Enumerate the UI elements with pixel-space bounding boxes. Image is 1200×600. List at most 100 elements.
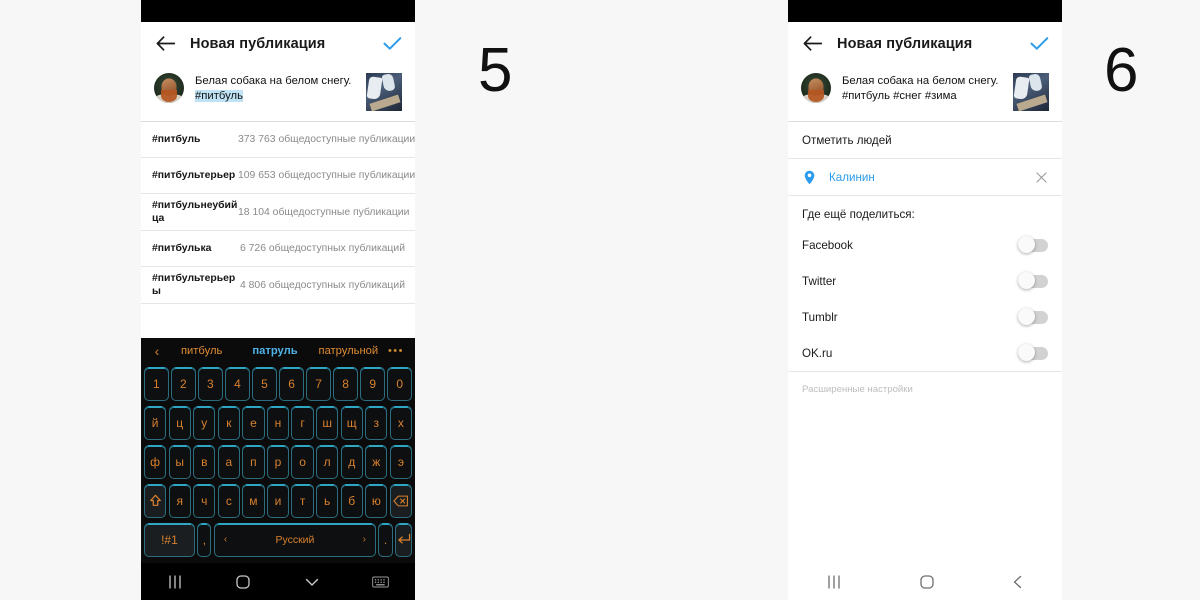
back-button[interactable] bbox=[154, 33, 176, 55]
key-ghe[interactable]: г bbox=[291, 405, 314, 440]
post-thumbnail[interactable] bbox=[1013, 73, 1049, 111]
key-er[interactable]: р bbox=[266, 444, 290, 479]
suggestion-word-1[interactable]: питбуль bbox=[165, 345, 238, 357]
key-5[interactable]: 5 bbox=[252, 366, 277, 401]
tag-people-row[interactable]: Отметить людей bbox=[788, 122, 1062, 158]
recents-icon[interactable] bbox=[167, 574, 183, 589]
key-ha[interactable]: х bbox=[389, 405, 412, 440]
key-0[interactable]: 0 bbox=[387, 366, 413, 401]
keyboard-icon[interactable] bbox=[372, 576, 389, 588]
key-e[interactable]: э bbox=[389, 444, 412, 479]
location-pin-icon bbox=[802, 170, 816, 185]
shift-icon[interactable] bbox=[144, 483, 167, 518]
key-ye[interactable]: е bbox=[242, 405, 265, 440]
space-next-lang-icon[interactable]: › bbox=[363, 534, 366, 545]
home-icon[interactable] bbox=[919, 574, 935, 590]
chevron-left-icon[interactable] bbox=[1012, 575, 1024, 589]
key-8[interactable]: 8 bbox=[333, 366, 358, 401]
post-thumbnail[interactable] bbox=[366, 73, 402, 111]
key-u[interactable]: у bbox=[193, 405, 216, 440]
share-row-twitter[interactable]: Twitter bbox=[788, 263, 1062, 299]
hashtag-name: #питбультерьеры bbox=[152, 273, 236, 297]
key-te[interactable]: т bbox=[291, 483, 314, 518]
caption-line-1: Белая собака на белом снегу. bbox=[195, 75, 352, 87]
more-options-icon[interactable]: ••• bbox=[385, 345, 407, 357]
backspace-icon[interactable] bbox=[389, 483, 412, 518]
share-row-tumblr[interactable]: Tumblr bbox=[788, 299, 1062, 335]
key-de[interactable]: д bbox=[340, 444, 363, 479]
key-3[interactable]: 3 bbox=[198, 366, 223, 401]
confirm-button[interactable] bbox=[1029, 34, 1049, 54]
list-item[interactable]: #питбультерьер 109 653 общедоступные пуб… bbox=[141, 158, 415, 193]
key-shcha[interactable]: щ bbox=[340, 405, 363, 440]
key-em[interactable]: м bbox=[242, 483, 265, 518]
enter-icon[interactable] bbox=[395, 522, 412, 557]
key-2[interactable]: 2 bbox=[171, 366, 196, 401]
key-ze[interactable]: з bbox=[365, 405, 388, 440]
hashtag-name: #питбулька bbox=[152, 243, 212, 254]
close-icon[interactable] bbox=[1034, 171, 1048, 183]
key-ve[interactable]: в bbox=[193, 444, 216, 479]
location-row[interactable]: Калинин bbox=[788, 159, 1062, 195]
key-en[interactable]: н bbox=[266, 405, 290, 440]
page-title: Новая публикация bbox=[190, 35, 326, 52]
key-a[interactable]: а bbox=[217, 444, 240, 479]
key-6[interactable]: 6 bbox=[279, 366, 304, 401]
key-be[interactable]: б bbox=[340, 483, 363, 518]
list-item[interactable]: #питбуль 373 763 общедоступные публикаци… bbox=[141, 122, 415, 157]
key-ka[interactable]: к bbox=[217, 405, 240, 440]
key-zhe[interactable]: ж bbox=[365, 444, 388, 479]
confirm-button[interactable] bbox=[382, 34, 402, 54]
key-yu[interactable]: ю bbox=[365, 483, 388, 518]
share-heading: Где ещё поделиться: bbox=[788, 196, 1062, 227]
comma-key[interactable]: , bbox=[197, 522, 212, 557]
key-sha[interactable]: ш bbox=[316, 405, 339, 440]
hashtag-count: 109 653 общедоступные публикации bbox=[238, 170, 415, 181]
okru-toggle[interactable] bbox=[1018, 344, 1048, 361]
list-item[interactable]: #питбулька 6 726 общедоступных публикаци… bbox=[141, 231, 415, 266]
key-1[interactable]: 1 bbox=[143, 366, 169, 401]
post-caption-row-left[interactable]: Белая собака на белом снегу. #питбуль bbox=[141, 65, 415, 121]
advanced-settings-label[interactable]: Расширенные настройки bbox=[788, 372, 1062, 395]
key-soft-sign[interactable]: ь bbox=[316, 483, 339, 518]
key-4[interactable]: 4 bbox=[225, 366, 250, 401]
key-ef[interactable]: ф bbox=[144, 444, 167, 479]
caption-text[interactable]: Белая собака на белом снегу. #питбуль bbox=[195, 73, 358, 104]
back-button[interactable] bbox=[801, 33, 823, 55]
list-item[interactable]: #питбультерьеры 4 806 общедоступных публ… bbox=[141, 267, 415, 303]
twitter-toggle[interactable] bbox=[1018, 272, 1048, 289]
list-item[interactable]: #питбульнеубийца 18 104 общедоступные пу… bbox=[141, 194, 415, 230]
suggestion-word-2[interactable]: патруль bbox=[238, 345, 311, 357]
suggestion-word-3[interactable]: патрульной bbox=[312, 345, 385, 357]
key-es[interactable]: с bbox=[217, 483, 240, 518]
facebook-toggle[interactable] bbox=[1018, 236, 1048, 253]
key-tse[interactable]: ц bbox=[168, 405, 191, 440]
caption-text[interactable]: Белая собака на белом снегу. #питбуль #с… bbox=[842, 73, 1005, 104]
share-row-facebook[interactable]: Facebook bbox=[788, 227, 1062, 263]
recents-icon[interactable] bbox=[826, 574, 842, 589]
post-caption-row-right[interactable]: Белая собака на белом снегу. #питбуль #с… bbox=[788, 65, 1062, 121]
period-key[interactable]: . bbox=[378, 522, 393, 557]
key-7[interactable]: 7 bbox=[306, 366, 331, 401]
key-i[interactable]: и bbox=[266, 483, 290, 518]
home-icon[interactable] bbox=[235, 574, 251, 590]
on-screen-keyboard: ‹ питбуль патруль патрульной ••• 1 2 3 4… bbox=[141, 338, 415, 563]
chevron-left-icon[interactable]: ‹ bbox=[149, 343, 165, 359]
key-ya[interactable]: я bbox=[168, 483, 191, 518]
share-row-okru[interactable]: OK.ru bbox=[788, 335, 1062, 371]
key-ya-short[interactable]: й bbox=[144, 405, 167, 440]
key-yeru[interactable]: ы bbox=[168, 444, 191, 479]
key-che[interactable]: ч bbox=[193, 483, 216, 518]
chevron-down-icon[interactable] bbox=[304, 576, 320, 588]
hashtag-count: 18 104 общедоступные публикации bbox=[238, 206, 410, 218]
symbols-key[interactable]: !#1 bbox=[144, 522, 195, 557]
page-title: Новая публикация bbox=[837, 35, 973, 52]
keyboard-row-bottom: я ч с м и т ь б ю bbox=[141, 481, 415, 520]
tumblr-toggle[interactable] bbox=[1018, 308, 1048, 325]
key-9[interactable]: 9 bbox=[360, 366, 385, 401]
key-el[interactable]: л bbox=[316, 444, 339, 479]
caption-line-1: Белая собака на белом снегу. bbox=[842, 75, 999, 87]
space-key[interactable]: ‹ Русский › bbox=[213, 522, 376, 557]
key-pe[interactable]: п bbox=[242, 444, 265, 479]
key-o[interactable]: о bbox=[291, 444, 314, 479]
